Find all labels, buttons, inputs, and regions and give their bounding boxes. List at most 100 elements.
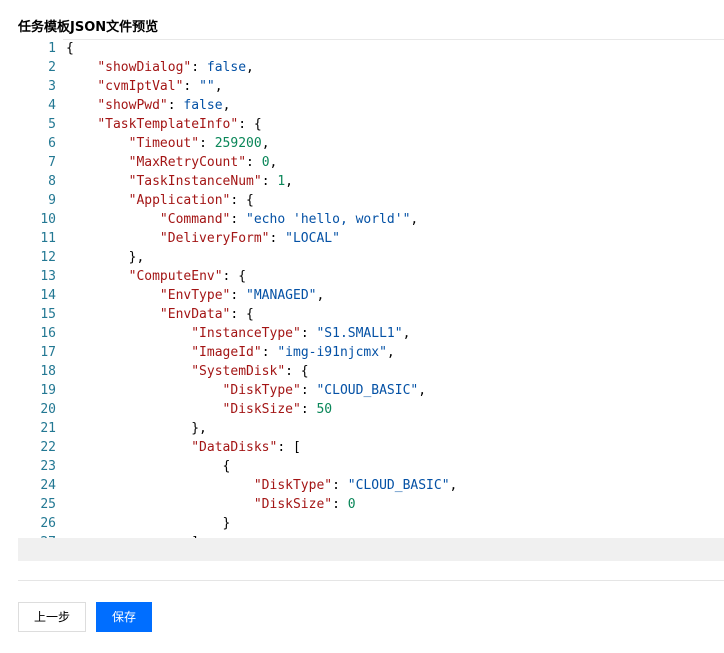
line-number: 9 <box>48 193 56 208</box>
line-number: 21 <box>40 421 56 436</box>
code-token: "img-i91njcmx" <box>277 345 387 360</box>
code-text: "ComputeEnv": { <box>66 267 246 286</box>
save-button[interactable]: 保存 <box>96 602 152 632</box>
code-line: 13 "ComputeEnv": { <box>18 267 724 286</box>
code-token: 0 <box>347 497 356 512</box>
code-text: "DiskSize": 0 <box>66 495 356 514</box>
line-number: 20 <box>40 402 56 417</box>
code-token: "MaxRetryCount" <box>128 155 247 170</box>
line-number: 23 <box>40 459 56 474</box>
code-line: 19 "DiskType": "CLOUD_BASIC", <box>18 381 724 400</box>
code-token: "LOCAL" <box>285 231 340 246</box>
code-line: 24 "DiskType": "CLOUD_BASIC", <box>18 476 724 495</box>
json-editor[interactable]: 1 {2 "showDialog": false, 3 "cvmIptVal": "… <box>18 38 724 561</box>
code-token: , <box>285 174 293 189</box>
code-token: , <box>410 212 419 227</box>
line-number: 13 <box>40 269 56 284</box>
line-number: 2 <box>48 60 56 75</box>
code-token: , <box>402 326 411 341</box>
code-text: "DeliveryForm": "LOCAL" <box>66 229 340 248</box>
code-token: : <box>246 155 262 170</box>
code-line: 22 "DataDisks": [ <box>18 438 724 457</box>
code-token: "TaskInstanceNum" <box>128 174 262 189</box>
code-text: "TaskTemplateInfo": { <box>66 115 262 134</box>
code-token: "" <box>199 79 215 94</box>
panel-title: 任务模板JSON文件预览 <box>18 20 159 35</box>
code-line: 18 "SystemDisk": { <box>18 362 724 381</box>
code-text: "DiskSize": 50 <box>66 400 333 419</box>
code-line: 2 "showDialog": false, <box>18 58 724 77</box>
code-area[interactable]: 1 {2 "showDialog": false, 3 "cvmIptVal": "… <box>18 38 724 538</box>
code-token: 259200 <box>214 136 262 151</box>
line-number: 7 <box>48 155 56 170</box>
code-text: { <box>66 457 231 476</box>
code-text: "Command": "echo 'hello, world'", <box>66 210 418 229</box>
code-token: , <box>418 383 427 398</box>
line-number: 18 <box>40 364 56 379</box>
code-text: "EnvData": { <box>66 305 254 324</box>
code-line: 12 }, <box>18 248 724 267</box>
line-number: 4 <box>48 98 56 113</box>
code-token: "EnvData" <box>159 307 231 322</box>
code-token: "ImageId" <box>191 345 262 360</box>
code-text: "EnvType": "MANAGED", <box>66 286 324 305</box>
code-line: 23 { <box>18 457 724 476</box>
line-number: 16 <box>40 326 56 341</box>
code-token: , <box>269 155 278 170</box>
code-token: : { <box>222 269 247 284</box>
code-line: 7 "MaxRetryCount": 0, <box>18 153 724 172</box>
previous-step-button[interactable]: 上一步 <box>18 602 86 632</box>
code-text: "Application": { <box>66 191 254 210</box>
code-token: 0 <box>261 155 270 170</box>
code-token: "Command" <box>159 212 231 227</box>
code-token: : <box>332 497 348 512</box>
code-token: } <box>222 516 231 531</box>
horizontal-scrollbar[interactable] <box>18 538 724 561</box>
line-number: 12 <box>40 250 56 265</box>
code-text: "DiskType": "CLOUD_BASIC", <box>66 381 427 400</box>
line-number: 19 <box>40 383 56 398</box>
code-text: { <box>66 39 74 58</box>
code-token: "echo 'hello, world'" <box>246 212 411 227</box>
code-text: "DataDisks": [ <box>66 438 301 457</box>
code-token: : <box>167 98 184 113</box>
line-number: 3 <box>48 79 56 94</box>
code-token: 1 <box>277 174 286 189</box>
code-text: "DiskType": "CLOUD_BASIC", <box>66 476 458 495</box>
code-token: , <box>449 478 458 493</box>
code-token: "InstanceType" <box>191 326 301 341</box>
code-line: 5 "TaskTemplateInfo": { <box>18 115 724 134</box>
code-text: "cvmIptVal": "", <box>66 77 222 96</box>
code-token: "SystemDisk" <box>191 364 286 379</box>
code-token: , <box>386 345 395 360</box>
code-line: 26 } <box>18 514 724 533</box>
code-token: : <box>199 136 215 151</box>
code-token: "Timeout" <box>128 136 200 151</box>
code-line: 25 "DiskSize": 0 <box>18 495 724 514</box>
code-token: : <box>269 231 286 246</box>
code-token: : { <box>238 117 262 132</box>
code-token: { <box>66 41 74 56</box>
code-token: "DiskType" <box>222 383 301 398</box>
code-line: 4 "showPwd": false, <box>18 96 724 115</box>
code-token: : { <box>230 307 254 322</box>
code-line: 17 "ImageId": "img-i91njcmx", <box>18 343 724 362</box>
code-token: "Application" <box>128 193 231 208</box>
code-token: "S1.SMALL1" <box>316 326 403 341</box>
code-token: "showPwd" <box>97 98 168 113</box>
code-token: : <box>230 288 247 303</box>
code-token: "EnvType" <box>159 288 231 303</box>
line-number: 15 <box>40 307 56 322</box>
